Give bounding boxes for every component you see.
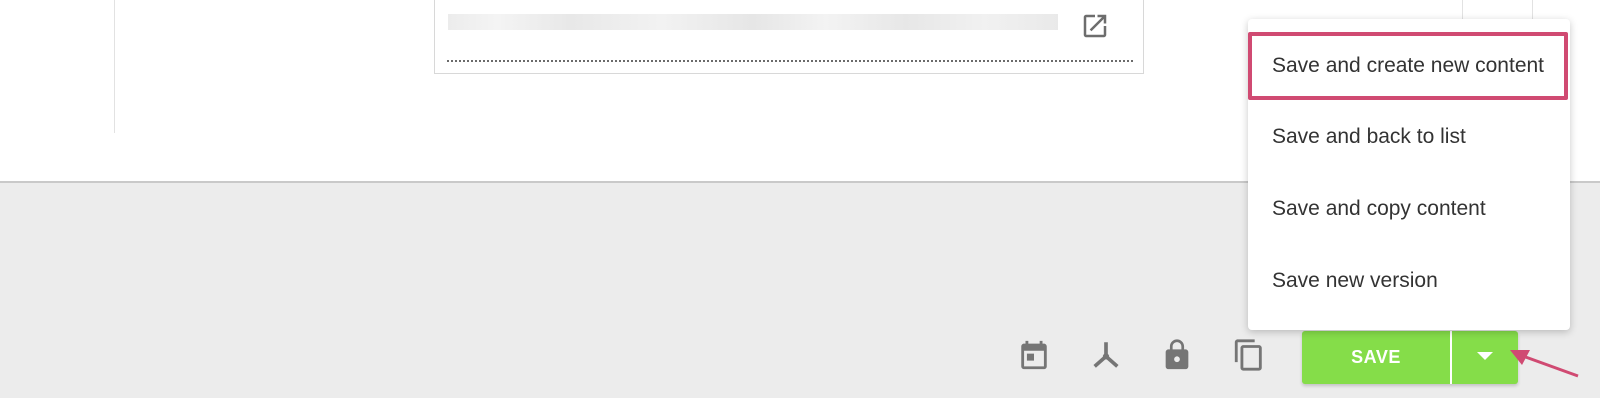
menu-item-label: Save and back to list xyxy=(1272,125,1466,148)
menu-item-save-and-copy[interactable]: Save and copy content xyxy=(1248,173,1570,245)
link-field-card xyxy=(434,0,1144,74)
menu-item-save-new-version[interactable]: Save new version xyxy=(1248,245,1570,317)
workflow-icon[interactable] xyxy=(1089,338,1123,372)
save-button[interactable]: SAVE xyxy=(1302,331,1450,384)
menu-item-label: Save new version xyxy=(1272,269,1438,292)
menu-item-label: Save and create new content xyxy=(1272,54,1545,77)
menu-item-save-and-create-new[interactable]: Save and create new content xyxy=(1248,32,1568,100)
open-external-link-icon[interactable] xyxy=(1080,11,1110,41)
menu-item-save-and-back-to-list[interactable]: Save and back to list xyxy=(1248,101,1570,173)
left-divider xyxy=(114,0,115,133)
menu-item-label: Save and copy content xyxy=(1272,197,1486,220)
dotted-separator xyxy=(447,60,1133,62)
lock-icon[interactable] xyxy=(1160,338,1194,372)
calendar-icon[interactable] xyxy=(1017,338,1051,372)
save-split-button: SAVE xyxy=(1302,331,1518,384)
save-options-menu: Save and create new content Save and bac… xyxy=(1248,19,1570,330)
caret-down-icon xyxy=(1475,349,1495,367)
annotation-arrow xyxy=(1510,350,1579,378)
blurred-link-text xyxy=(448,14,1058,30)
copy-icon[interactable] xyxy=(1232,338,1266,372)
